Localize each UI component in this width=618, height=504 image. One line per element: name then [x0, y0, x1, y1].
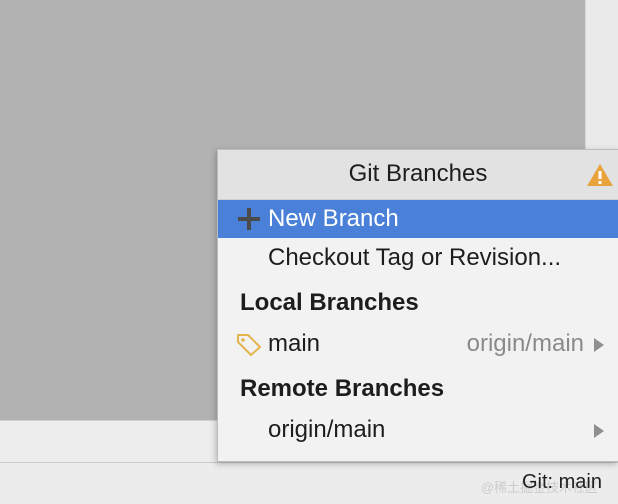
- local-branches-header: Local Branches: [240, 289, 419, 316]
- remote-branch-name: origin/main: [268, 416, 386, 443]
- git-branch-widget[interactable]: Git: main: [522, 471, 602, 494]
- warning-icon[interactable]: [586, 163, 614, 187]
- new-branch-item[interactable]: New Branch: [218, 200, 618, 238]
- popup-title: Git Branches: [348, 160, 488, 187]
- remote-branch-item-origin-main[interactable]: origin/main: [218, 410, 618, 450]
- plus-icon: [238, 208, 260, 230]
- checkout-tag-item[interactable]: Checkout Tag or Revision...: [218, 238, 618, 278]
- popup-header: Git Branches: [218, 150, 618, 200]
- submenu-arrow-icon: [594, 424, 604, 438]
- checkout-tag-label: Checkout Tag or Revision...: [268, 244, 562, 271]
- local-branch-name: main: [268, 330, 321, 357]
- tracking-branch: origin/main: [466, 330, 584, 357]
- submenu-arrow-icon: [594, 338, 604, 352]
- new-branch-label: New Branch: [268, 205, 399, 232]
- status-bar: @稀土掘金技术社区 Git: main: [0, 462, 618, 504]
- local-branch-item-main[interactable]: main origin/main: [218, 324, 618, 364]
- remote-branches-header: Remote Branches: [240, 375, 445, 402]
- ide-window: @稀土掘金技术社区 Git: main Git Branches New Bra…: [0, 0, 618, 504]
- tag-icon: [237, 334, 261, 356]
- git-branches-popup: Git Branches New Branch Checkout Tag or …: [217, 149, 618, 462]
